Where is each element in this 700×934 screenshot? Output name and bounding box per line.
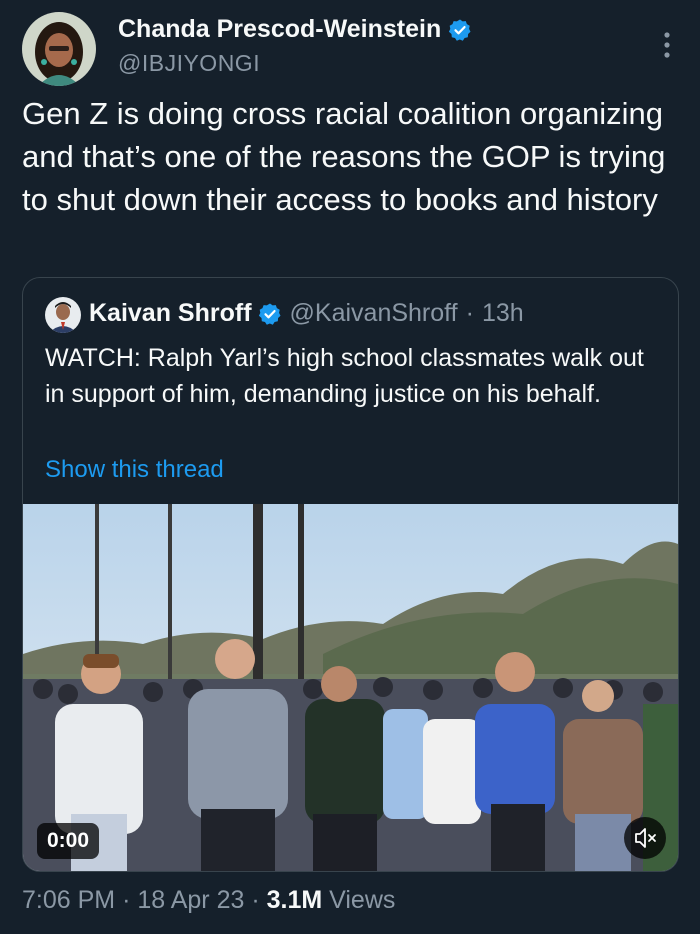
quoted-header: Kaivan Shroff @KaivanShroff · 13h [89,299,524,328]
author-handle[interactable]: @IBJIYONGI [118,50,260,77]
separator: · [465,299,474,327]
verified-badge-icon [449,19,471,41]
video-timecode: 0:00 [37,823,100,859]
tweet-date[interactable]: 18 Apr 23 [137,886,244,914]
tweet-text: Gen Z is doing cross racial coalition or… [22,96,666,217]
tweet-metadata: 7:06 PM · 18 Apr 23 · 3.1M Views [22,886,395,915]
show-thread-link[interactable]: Show this thread [45,456,224,484]
quoted-age[interactable]: 13h [482,299,524,328]
quoted-tweet[interactable]: Kaivan Shroff @KaivanShroff · 13h WATCH:… [22,277,679,872]
separator: · [251,886,260,914]
verified-badge-icon [258,303,281,325]
author-avatar[interactable] [22,12,96,86]
mute-button[interactable] [624,817,666,859]
quoted-author-name[interactable]: Kaivan Shroff [89,299,252,328]
author-name-text[interactable]: Chanda Prescod-Weinstein [118,15,441,44]
author-name[interactable]: Chanda Prescod-Weinstein [118,15,472,44]
quoted-text: WATCH: Ralph Yarl’s high school classmat… [45,344,644,408]
separator: · [122,886,131,914]
speaker-muted-icon [635,828,656,848]
tweet-detail: Chanda Prescod-Weinstein @IBJIYONGI Gen … [0,0,700,934]
views-label: Views [329,886,396,914]
views-count: 3.1M [266,886,323,914]
tweet-time[interactable]: 7:06 PM [22,886,115,914]
more-options-icon[interactable] [662,30,672,60]
quoted-author-handle[interactable]: @KaivanShroff [290,299,458,328]
video-thumbnail [23,504,678,871]
video-player[interactable]: 0:00 [23,504,678,871]
quoted-author-avatar[interactable] [45,297,81,333]
